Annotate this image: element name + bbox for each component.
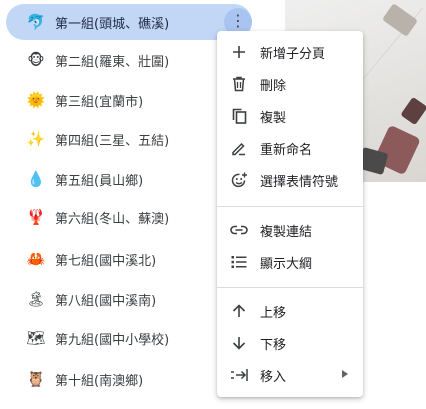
droplet-emoji-icon: 💧 — [26, 170, 46, 188]
sidebar-item-group-7[interactable]: 🦀 第七組(國中溪北) — [6, 241, 252, 277]
island-emoji-icon: 🏝 — [26, 290, 46, 308]
sidebar-item-label: 第二組(羅東、壯圍) — [55, 54, 170, 70]
sidebar-item-group-10[interactable]: 🦉 第十組(南澳鄉) — [6, 361, 252, 397]
crab-emoji-icon: 🦀 — [26, 250, 46, 268]
menu-item-label: 複製 — [260, 110, 287, 126]
sun-emoji-icon: 🌞 — [26, 91, 46, 109]
menu-item-label: 新增子分頁 — [260, 46, 326, 62]
more-vert-icon: ⋮ — [230, 11, 246, 30]
menu-item-move-up[interactable]: 上移 — [217, 295, 363, 327]
sidebar-item-label: 第一組(頭城、礁溪) — [55, 16, 170, 32]
sparkles-emoji-icon: ✨ — [26, 130, 46, 148]
sidebar-item-label: 第五組(員山鄉) — [55, 173, 144, 189]
menu-item-label: 顯示大綱 — [260, 256, 313, 272]
sidebar-item-group-9[interactable]: 🗺 第九組(國中小學校) — [6, 320, 252, 356]
menu-item-label: 複製連結 — [260, 224, 313, 240]
monkey-emoji-icon: 🐵 — [27, 51, 45, 69]
lobster-emoji-icon: 🦞 — [26, 208, 46, 226]
menu-divider — [217, 206, 363, 207]
copy-icon — [230, 107, 248, 125]
list-icon — [230, 253, 248, 271]
rename-icon — [230, 139, 248, 157]
sidebar-item-group-6[interactable]: 🦞 第六組(冬山、蘇澳) — [6, 199, 252, 235]
link-icon — [230, 221, 248, 239]
sidebar-item-label: 第三組(宜蘭市) — [55, 94, 144, 110]
menu-item-rename[interactable]: 重新命名 — [217, 132, 363, 164]
menu-item-add-subpage[interactable]: 新增子分頁 — [217, 36, 363, 68]
sidebar-item-group-3[interactable]: 🌞 第三組(宜蘭市) — [6, 82, 252, 118]
submenu-arrow-icon — [342, 370, 348, 378]
sidebar-item-group-1[interactable]: 🐬 第一組(頭城、礁溪) ⋮ — [6, 4, 252, 40]
menu-item-copy-link[interactable]: 複製連結 — [217, 214, 363, 246]
sidebar-item-label: 第九組(國中小學校) — [55, 332, 170, 348]
sidebar-item-group-8[interactable]: 🏝 第八組(國中溪南) — [6, 281, 252, 317]
plus-icon — [230, 43, 248, 61]
sidebar-item-group-5[interactable]: 💧 第五組(員山鄉) — [6, 161, 252, 197]
sidebar-item-label: 第十組(南澳鄉) — [55, 373, 144, 389]
menu-item-delete[interactable]: 刪除 — [217, 68, 363, 100]
menu-item-label: 重新命名 — [260, 142, 313, 158]
menu-item-label: 選擇表情符號 — [260, 174, 339, 190]
menu-item-choose-emoji[interactable]: 選擇表情符號 — [217, 164, 363, 196]
sidebar-item-label: 第四組(三星、五結) — [55, 133, 170, 149]
sidebar-item-group-2[interactable]: 🐵 第二組(羅東、壯圍) — [6, 42, 252, 78]
sidebar-item-label: 第八組(國中溪南) — [55, 293, 157, 309]
sidebar-item-label: 第六組(冬山、蘇澳) — [55, 211, 170, 227]
dolphin-emoji-icon: 🐬 — [26, 13, 46, 31]
map-emoji-icon: 🗺 — [26, 329, 46, 347]
arrow-up-icon — [230, 302, 248, 320]
menu-item-move-into[interactable]: 移入 — [217, 359, 363, 391]
menu-divider — [217, 287, 363, 288]
menu-item-duplicate[interactable]: 複製 — [217, 100, 363, 132]
menu-item-label: 移入 — [260, 369, 287, 385]
menu-item-label: 下移 — [260, 337, 287, 353]
context-menu: 新增子分頁 刪除 複製 重新命名 選擇表情符號 複製連結 顯示大綱 上移 下移 … — [217, 31, 363, 397]
menu-item-move-down[interactable]: 下移 — [217, 327, 363, 359]
sidebar-item-label: 第七組(國中溪北) — [55, 253, 157, 269]
menu-item-label: 上移 — [260, 305, 287, 321]
menu-item-show-outline[interactable]: 顯示大綱 — [217, 246, 363, 278]
move-icon — [230, 366, 248, 384]
arrow-down-icon — [230, 334, 248, 352]
emoji-add-icon — [230, 171, 248, 189]
sidebar-item-group-4[interactable]: ✨ 第四組(三星、五結) — [6, 121, 252, 157]
trash-icon — [230, 75, 248, 93]
menu-item-label: 刪除 — [260, 78, 287, 94]
owl-emoji-icon: 🦉 — [26, 370, 46, 388]
